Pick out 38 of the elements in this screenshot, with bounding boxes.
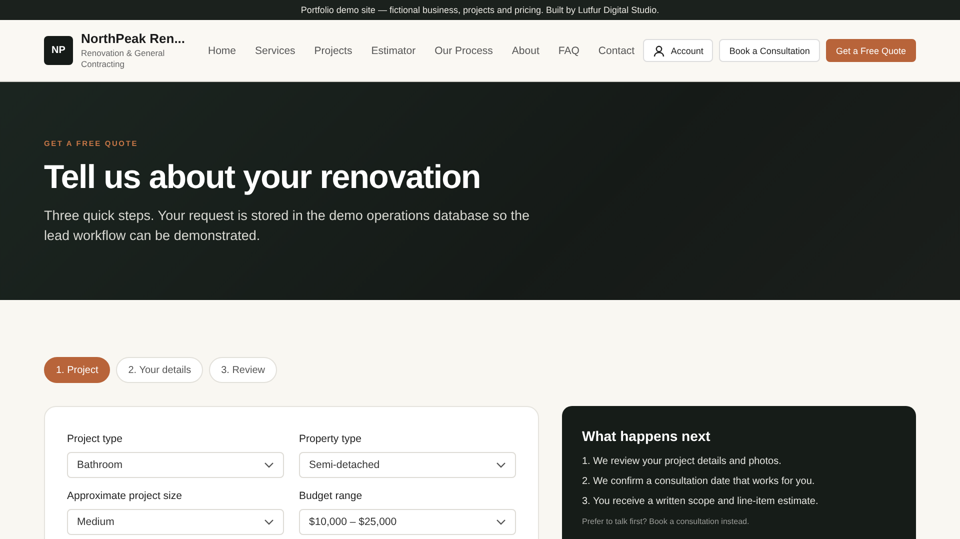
panel-title: What happens next	[582, 428, 712, 444]
chevron-down-icon	[264, 462, 274, 468]
nav-link[interactable]: Our Process	[434, 44, 493, 56]
nav-link[interactable]: Home	[208, 44, 236, 56]
user-icon	[652, 44, 665, 56]
panel-step: 1. We review your project details and photos.	[582, 456, 896, 467]
account-button[interactable]: Account	[642, 39, 714, 62]
chevron-down-icon	[264, 519, 274, 525]
brand-tagline: Renovation & General Contracting	[81, 48, 166, 70]
step-tab[interactable]: 2. Your details	[116, 357, 204, 383]
panel-footer: Prefer to talk first? Book a consultation instead.	[582, 517, 896, 526]
step-tab[interactable]: 1. Project	[44, 357, 110, 383]
field-label: Approximate project size	[67, 490, 183, 502]
select-field[interactable]: Semi-detached	[299, 452, 516, 478]
announcement-text: Portfolio demo site — fictional business, projects and pricing. Built by Lutfur Digital Studio.	[300, 5, 660, 15]
nav-link[interactable]: FAQ	[558, 44, 580, 56]
nav-link[interactable]: About	[512, 44, 540, 56]
nav-link[interactable]: Projects	[314, 44, 352, 56]
quote-button[interactable]: Get a Free Quote	[826, 39, 916, 62]
chevron-down-icon	[496, 462, 506, 468]
panel-step: 2. We confirm a consultation date that works for you.	[582, 476, 896, 487]
chevron-down-icon	[496, 519, 506, 525]
hero-title: Tell us about your renovation	[44, 158, 482, 196]
hero-subtitle: Three quick steps. Your request is stored in the demo operations database so the lead workflow can be demonstrated.	[44, 207, 531, 245]
consultation-button[interactable]: Book a Consultation	[719, 39, 820, 62]
brand-name: NorthPeak Ren...	[81, 31, 186, 46]
panel-step: 3. You receive a written scope and line-item estimate.	[582, 496, 896, 507]
nav-link[interactable]: Contact	[598, 44, 635, 56]
field-label: Project type	[67, 433, 124, 445]
field-label: Budget range	[299, 490, 364, 502]
logo-badge[interactable]: NP	[44, 36, 73, 65]
select-field[interactable]: Bathroom	[67, 452, 284, 478]
field-label: Property type	[299, 433, 362, 445]
nav-link[interactable]: Services	[255, 44, 296, 56]
select-field[interactable]: Medium	[67, 509, 284, 535]
nav-link[interactable]: Estimator	[371, 44, 416, 56]
select-field[interactable]: $10,000 – $25,000	[299, 509, 516, 535]
step-tab[interactable]: 3. Review	[209, 357, 277, 383]
